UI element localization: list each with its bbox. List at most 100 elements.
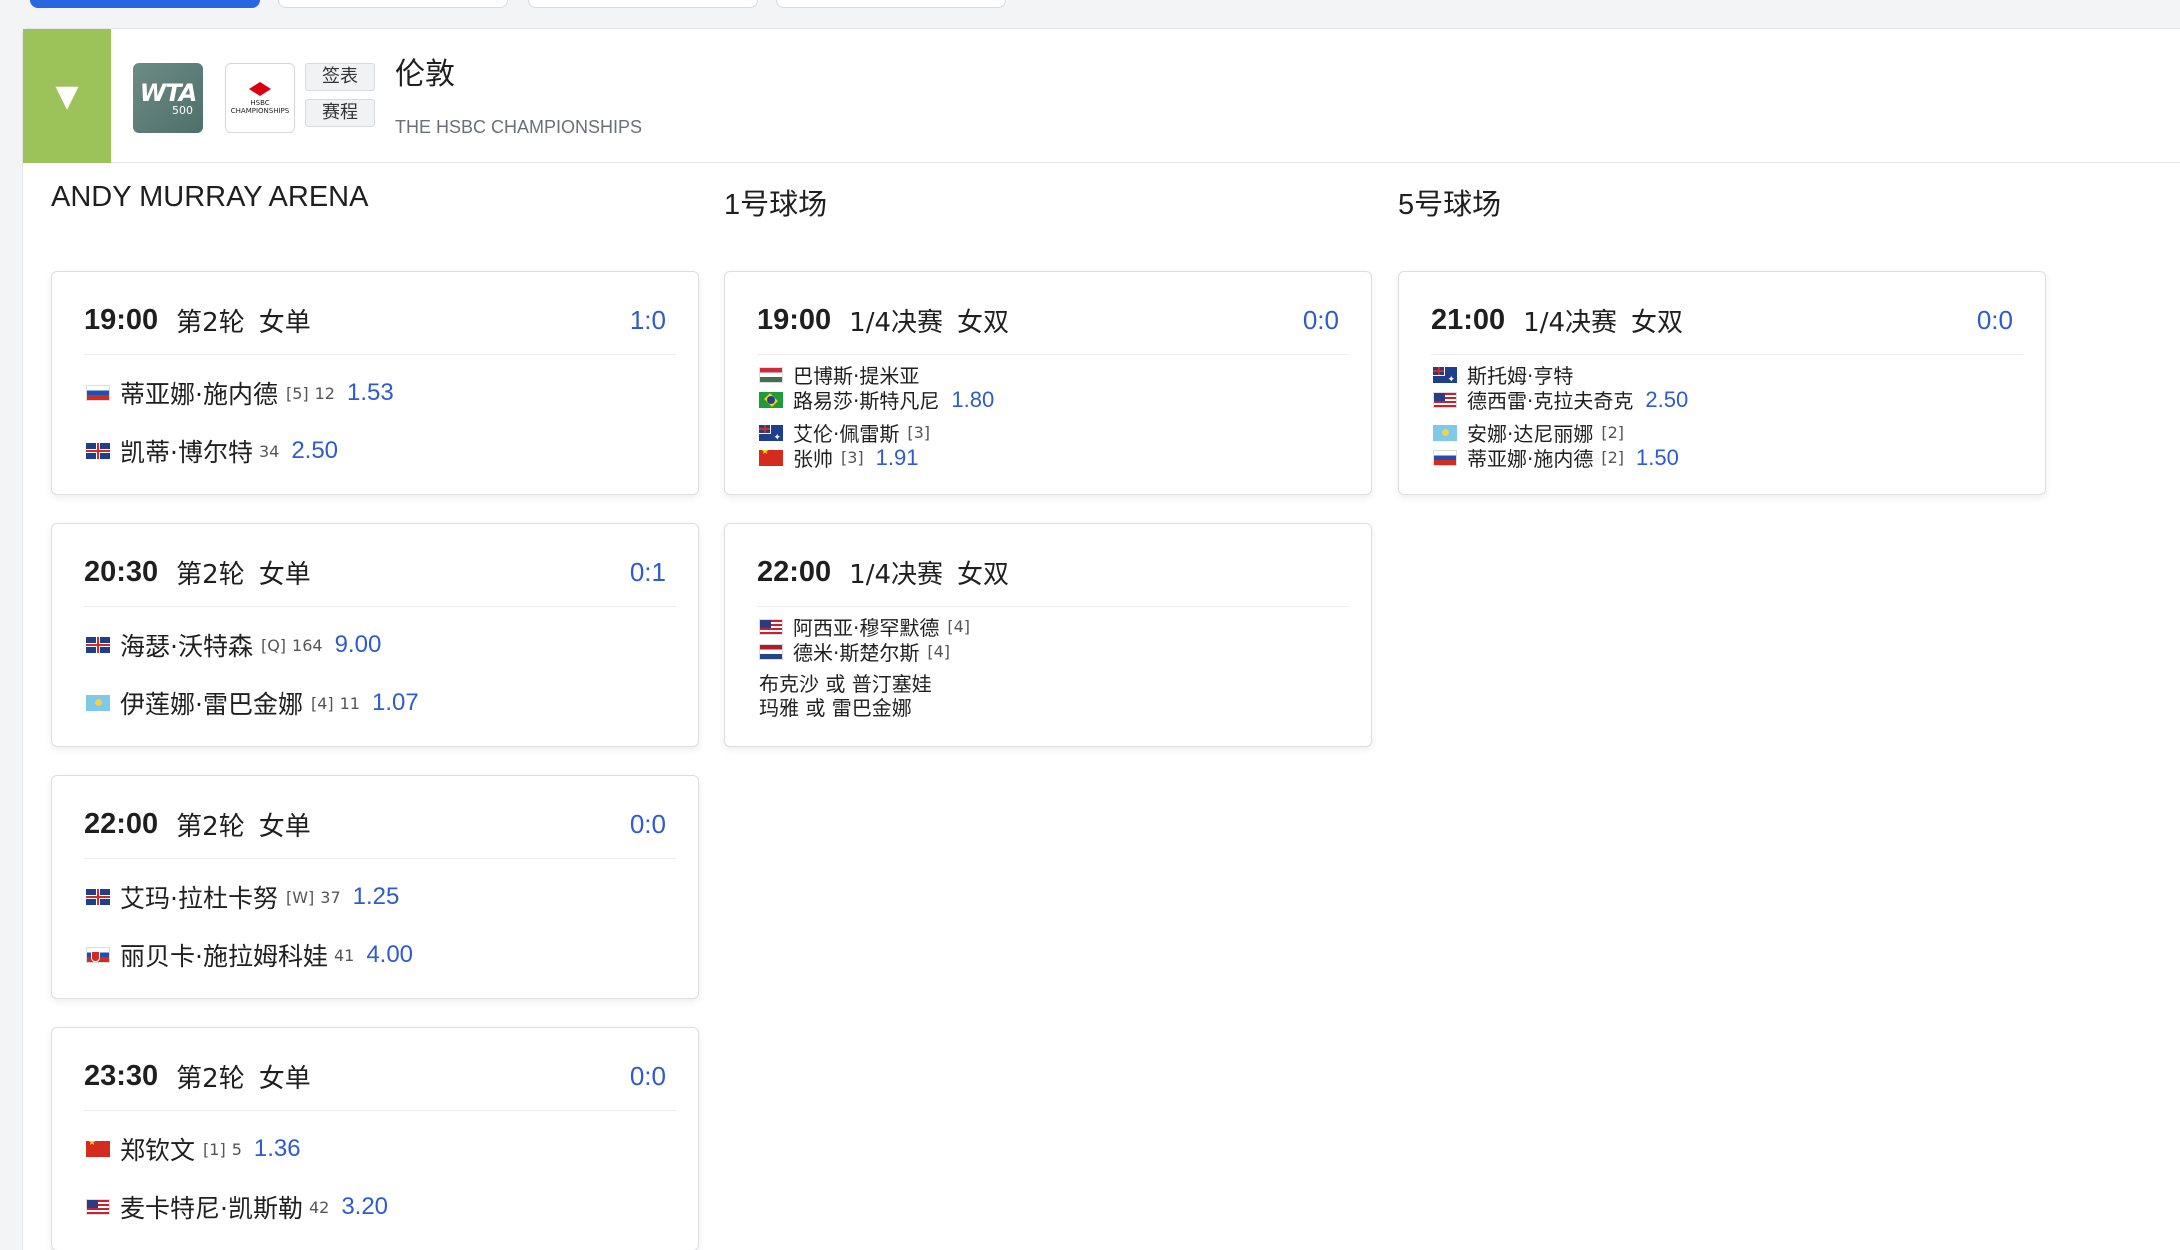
match-round: 第2轮 <box>176 559 245 590</box>
player-seed: [3] <box>841 448 864 467</box>
tab[interactable] <box>278 0 508 8</box>
player-odds[interactable]: 4.00 <box>366 941 413 969</box>
match-score[interactable]: 1:0 <box>630 305 666 336</box>
player-row[interactable]: 艾玛·拉杜卡努 [W] 37 1.25 <box>86 868 668 926</box>
player-row[interactable]: 巴博斯·提米亚 <box>759 362 1341 388</box>
player-name[interactable]: 伊莲娜·雷巴金娜 <box>120 685 303 721</box>
match-header: 19:00 第2轮 女单 1:0 <box>84 300 666 340</box>
team-odds[interactable]: 1.50 <box>1636 445 1679 471</box>
match-players: 巴博斯·提米亚路易莎·斯特凡尼 1.80 艾伦·佩雷斯[3]张帅 [3] 1.91 <box>759 362 1341 472</box>
match-type: 女双 <box>957 559 1010 590</box>
player-odds[interactable]: 1.07 <box>372 689 419 717</box>
player-rank: 12 <box>314 383 335 403</box>
player-name[interactable]: 麦卡特尼·凯斯勒 <box>120 1189 303 1225</box>
top-tabs <box>0 0 2180 10</box>
tournament-city[interactable]: 伦敦 <box>395 49 455 93</box>
player-row[interactable]: 麦卡特尼·凯斯勒 42 3.20 <box>86 1178 668 1236</box>
match-round: 1/4决赛 <box>849 307 944 338</box>
player-seed: [4] <box>310 693 334 713</box>
player-odds[interactable]: 3.20 <box>341 1193 388 1221</box>
player-name[interactable]: 蒂亚娜·施内德 <box>120 375 278 411</box>
match-type: 女单 <box>258 811 311 842</box>
player-name[interactable]: 路易莎·斯特凡尼 <box>793 385 939 414</box>
player-row[interactable]: 丽贝卡·施拉姆科娃 41 4.00 <box>86 926 668 984</box>
flag-ru-icon <box>1433 449 1457 466</box>
court-name: ANDY MURRAY ARENA <box>51 181 369 213</box>
team-odds[interactable]: 1.91 <box>876 445 919 471</box>
match-card[interactable]: 22:00 第2轮 女单 0:0 艾玛·拉杜卡努 [W] 37 1.25 丽贝卡·施拉姆科娃 41… <box>51 775 699 999</box>
match-card[interactable]: 23:30 第2轮女单 0:0 郑钦文 [1]5 1.36 麦卡特尼·凯斯勒42 3.20 <box>51 1027 699 1250</box>
player-row[interactable]: 德米·斯楚尔斯 [4] <box>759 637 1341 666</box>
team-odds[interactable]: 1.80 <box>951 387 994 413</box>
player-row[interactable]: 凯蒂·博尔特 34 2.50 <box>86 422 668 480</box>
match-round: 第2轮 <box>176 307 245 338</box>
court-name: 1号球场 <box>724 189 828 221</box>
tbd-team: 布克沙 或 普汀塞娃 <box>759 672 932 696</box>
player-row[interactable]: 路易莎·斯特凡尼 1.80 <box>759 385 1341 414</box>
match-score[interactable]: 0:0 <box>630 1061 666 1092</box>
player-name[interactable]: 张帅 <box>793 443 833 472</box>
player-name[interactable]: 蒂亚娜·施内德 <box>1467 443 1593 472</box>
player-odds[interactable]: 9.00 <box>335 631 382 659</box>
player-row[interactable]: 蒂亚娜·施内德 [5] 12 1.53 <box>86 364 668 422</box>
tab[interactable] <box>528 0 758 8</box>
player-name[interactable]: 德米·斯楚尔斯 <box>793 637 919 666</box>
player-name[interactable]: 德西雷·克拉夫奇克 <box>1467 385 1633 414</box>
player-name[interactable]: 郑钦文 <box>120 1131 195 1167</box>
tournament-links: 签表 赛程 <box>305 63 377 135</box>
player-odds[interactable]: 1.25 <box>353 883 400 911</box>
player-odds[interactable]: 1.53 <box>347 379 394 407</box>
flag-br-icon <box>759 391 783 408</box>
team-odds[interactable]: 2.50 <box>1645 387 1688 413</box>
match-time: 19:00 <box>84 303 159 336</box>
tournament-header: ▼ WTA 500 HSBC CHAMPIONSHIPS 签表 赛程 伦敦 TH… <box>23 29 2180 163</box>
match-header: 21:00 1/4决赛 女双 0:0 <box>1431 300 2013 340</box>
draw-button[interactable]: 签表 <box>305 63 375 91</box>
match-card[interactable]: 19:00 第2轮 女单 1:0 蒂亚娜·施内德 [5] 12 1.53 凯蒂·博尔特 34 2.5… <box>51 271 699 495</box>
player-row[interactable]: 伊莲娜·雷巴金娜 [4] 11 1.07 <box>86 674 668 732</box>
flag-au-icon <box>1433 366 1457 383</box>
player-row[interactable]: 海瑟·沃特森 [Q] 164 9.00 <box>86 616 668 674</box>
player-row[interactable]: 斯托姆·亨特 <box>1433 362 2015 388</box>
player-row[interactable]: 张帅 [3] 1.91 <box>759 443 1341 472</box>
tab-active[interactable] <box>30 0 260 8</box>
flag-gb-icon <box>86 637 110 653</box>
match-card[interactable]: 19:00 1/4决赛女双 0:0 巴博斯·提米亚路易莎·斯特凡尼 1.80 艾伦·佩雷斯… <box>724 271 1372 495</box>
player-row[interactable]: 艾伦·佩雷斯[3] <box>759 420 1341 446</box>
player-name[interactable]: 凯蒂·博尔特 <box>120 433 253 469</box>
match-score[interactable]: 0:0 <box>630 809 666 840</box>
flag-au-icon <box>759 424 783 441</box>
match-card[interactable]: 20:30 第2轮 女单 0:1 海瑟·沃特森 [Q] 164 9.00 伊莲娜·雷巴金娜 [4]… <box>51 523 699 747</box>
collapse-toggle-icon[interactable]: ▼ <box>23 29 111 163</box>
player-rank: 42 <box>308 1197 330 1217</box>
match-time: 23:30 <box>84 1059 159 1092</box>
player-row[interactable]: 阿西亚·穆罕默德 [4] <box>759 614 1341 640</box>
flag-us-icon <box>1433 391 1457 408</box>
player-name[interactable]: 海瑟·沃特森 <box>120 627 253 663</box>
player-seed: [3] <box>907 423 931 442</box>
match-score[interactable]: 0:1 <box>630 557 666 588</box>
match-card[interactable]: 22:00 1/4决赛 女双阿西亚·穆罕默德 [4] 德米·斯楚尔斯 [4] 布克沙 或 普… <box>724 523 1372 747</box>
match-score[interactable]: 0:0 <box>1303 305 1339 336</box>
tab[interactable] <box>776 0 1006 8</box>
hsbc-hexagon-icon <box>249 81 271 96</box>
match-header: 22:00 1/4决赛 女双 <box>757 552 1339 592</box>
player-row[interactable]: 德西雷·克拉夫奇克 2.50 <box>1433 385 2015 414</box>
sponsor-logo-line1: HSBC <box>250 98 270 107</box>
player-name[interactable]: 丽贝卡·施拉姆科娃 <box>120 937 328 973</box>
player-name[interactable]: 艾玛·拉杜卡努 <box>120 879 278 915</box>
player-row[interactable]: 蒂亚娜·施内德 [2] 1.50 <box>1433 443 2015 472</box>
player-row[interactable]: 安娜·达尼丽娜 [2] <box>1433 420 2015 446</box>
player-odds[interactable]: 2.50 <box>291 437 338 465</box>
flag-hu-icon <box>759 366 783 383</box>
wta-logo-tier: 500 <box>172 104 193 117</box>
match-card[interactable]: 21:00 1/4决赛女双 0:0 斯托姆·亨特德西雷·克拉夫奇克 2.50 安娜·达尼丽… <box>1398 271 2046 495</box>
divider <box>84 606 676 607</box>
match-score[interactable]: 0:0 <box>1977 305 2013 336</box>
divider <box>757 606 1349 607</box>
match-type: 女单 <box>258 307 311 338</box>
match-time: 21:00 <box>1431 303 1506 336</box>
player-odds[interactable]: 1.36 <box>254 1135 301 1163</box>
schedule-button[interactable]: 赛程 <box>305 99 375 127</box>
player-row[interactable]: 郑钦文 [1]5 1.36 <box>86 1120 668 1178</box>
